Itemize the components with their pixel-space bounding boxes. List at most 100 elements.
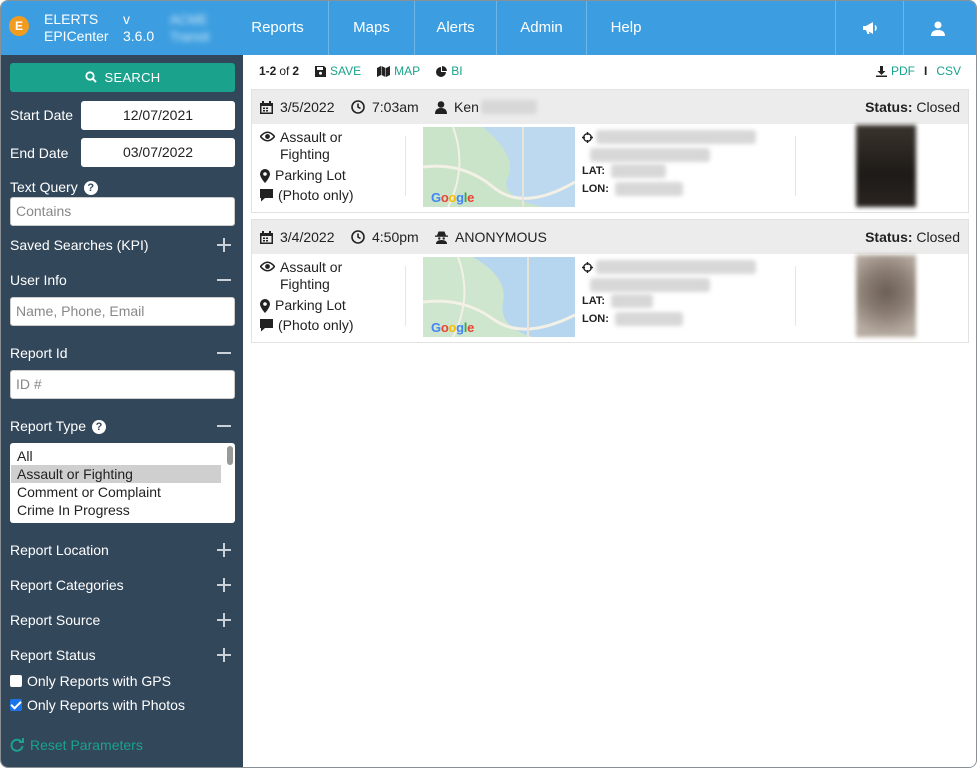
user-info-input[interactable]: Name, Phone, Email <box>10 297 235 326</box>
report-photo-thumbnail[interactable] <box>856 125 916 207</box>
redacted-address <box>596 260 756 274</box>
map-icon <box>377 65 391 77</box>
report-card-header: 3/4/2022 4:50pm ANONYMOUS Status: Closed <box>252 220 968 254</box>
report-source-label: Report Source <box>10 612 101 628</box>
report-message-text: (Photo only) <box>278 187 354 203</box>
report-type-option[interactable]: Crime In Progress <box>11 501 221 519</box>
end-date-input[interactable]: 03/07/2022 <box>81 138 235 167</box>
nav-alerts[interactable]: Alerts <box>415 1 497 55</box>
collapse-report-id-icon[interactable] <box>216 345 232 361</box>
redacted-latitude <box>611 164 667 178</box>
map-marker-icon <box>260 299 270 313</box>
lat-label: LAT: <box>582 165 606 177</box>
report-type-label: Report Type <box>10 418 87 434</box>
status-value: Closed <box>916 229 960 245</box>
map-button[interactable]: MAP <box>377 64 420 78</box>
report-status: Status: Closed <box>865 99 960 115</box>
collapse-report-type-icon[interactable] <box>216 418 232 434</box>
bi-button[interactable]: BI <box>436 64 463 78</box>
report-photo-thumbnail[interactable] <box>856 255 916 337</box>
report-type-option[interactable]: Comment or Complaint <box>11 483 221 501</box>
pie-chart-icon <box>436 65 448 77</box>
download-icon <box>875 65 887 77</box>
expand-report-source-icon[interactable] <box>216 612 232 628</box>
status-label: Status: <box>865 229 913 245</box>
gps-only-checkbox[interactable] <box>10 675 22 687</box>
reset-parameters-link[interactable]: Reset Parameters <box>10 737 143 753</box>
collapse-user-info-icon[interactable] <box>216 272 232 288</box>
expand-report-categories-icon[interactable] <box>216 577 232 593</box>
report-date: 3/5/2022 <box>260 99 335 115</box>
pdf-export-button[interactable]: PDF <box>875 64 915 78</box>
results-range: 1-2 <box>259 64 277 78</box>
report-type-text: Assault or Fighting <box>280 259 343 292</box>
search-icon <box>84 71 97 83</box>
text-query-input[interactable]: Contains <box>10 197 235 226</box>
divider <box>795 136 796 196</box>
report-type: Assault or Fighting <box>260 129 370 163</box>
account-button[interactable] <box>903 1 971 55</box>
start-date-input[interactable]: 12/07/2021 <box>81 101 235 130</box>
report-map-thumbnail[interactable]: Google <box>423 127 575 207</box>
report-id-input[interactable]: ID # <box>10 370 235 399</box>
crosshairs-icon <box>582 131 593 143</box>
nav-maps[interactable]: Maps <box>329 1 415 55</box>
report-type-option[interactable]: All <box>11 447 221 465</box>
export-links: PDF I CSV <box>875 64 961 78</box>
report-status: Status: Closed <box>865 229 960 245</box>
results-of: of <box>279 64 290 78</box>
map-label: MAP <box>394 64 421 78</box>
redacted-longitude <box>614 182 683 196</box>
text-query-heading: Text Query? <box>10 179 98 195</box>
photos-only-label: Only Reports with Photos <box>27 697 185 713</box>
top-navbar: E ELERTS EPICenter v 3.6.0 ACME Transit … <box>1 1 976 55</box>
report-type-heading: Report Type? <box>10 418 107 434</box>
report-map-thumbnail[interactable]: Google <box>423 257 575 337</box>
search-button[interactable]: SEARCH <box>10 63 235 92</box>
help-icon[interactable]: ? <box>83 181 98 195</box>
report-type-listbox[interactable]: All Assault or Fighting Comment or Compl… <box>10 443 235 523</box>
version-prefix: v <box>123 11 130 27</box>
report-card[interactable]: 3/4/2022 4:50pm ANONYMOUS Status: Closed… <box>251 219 969 343</box>
photos-only-checkbox[interactable] <box>10 699 22 711</box>
report-type-option-selected[interactable]: Assault or Fighting <box>11 465 221 483</box>
photos-only-checkbox-row[interactable]: Only Reports with Photos <box>10 697 185 713</box>
announcements-button[interactable] <box>835 1 903 55</box>
expand-saved-searches-icon[interactable] <box>216 237 232 253</box>
nav-admin[interactable]: Admin <box>497 1 587 55</box>
comment-icon <box>260 189 273 202</box>
elerts-logo-icon[interactable]: E <box>9 16 29 36</box>
gps-only-label: Only Reports with GPS <box>27 673 171 689</box>
csv-export-button[interactable]: CSV <box>936 64 961 78</box>
expand-report-status-icon[interactable] <box>216 647 232 663</box>
report-card[interactable]: 3/5/2022 7:03am Ken Status: Closed Assau… <box>251 89 969 213</box>
report-card-body: Assault or Fighting Parking Lot (Photo o… <box>252 254 968 344</box>
results-toolbar: 1-2 of 2 SAVE MAP BI <box>259 64 463 78</box>
results-total: 2 <box>292 64 300 78</box>
redacted-address-line2 <box>590 148 710 162</box>
redacted-surname <box>480 100 537 114</box>
divider <box>405 266 406 326</box>
eye-icon <box>260 261 275 272</box>
report-time-text: 4:50pm <box>372 229 419 245</box>
address-row <box>582 260 756 274</box>
reset-parameters-label: Reset Parameters <box>30 737 143 753</box>
address-row <box>582 130 756 144</box>
nav-reports[interactable]: Reports <box>227 1 329 55</box>
user-icon <box>435 100 447 114</box>
saved-searches-label: Saved Searches (KPI) <box>10 237 149 253</box>
report-time-text: 7:03am <box>372 99 419 115</box>
pdf-label: PDF <box>890 64 915 78</box>
end-date-label: End Date <box>10 145 69 161</box>
report-time: 7:03am <box>351 99 419 115</box>
organization-name: ACME Transit <box>170 11 209 45</box>
expand-report-location-icon[interactable] <box>216 542 232 558</box>
nav-help[interactable]: Help <box>587 1 665 55</box>
report-location-text: Parking Lot <box>275 167 346 183</box>
listbox-scrollbar[interactable] <box>227 446 233 465</box>
lon-label: LON: <box>582 183 609 195</box>
gps-only-checkbox-row[interactable]: Only Reports with GPS <box>10 673 171 689</box>
save-button[interactable]: SAVE <box>315 64 361 78</box>
report-reporter: Ken <box>435 99 537 115</box>
help-icon[interactable]: ? <box>92 420 107 434</box>
